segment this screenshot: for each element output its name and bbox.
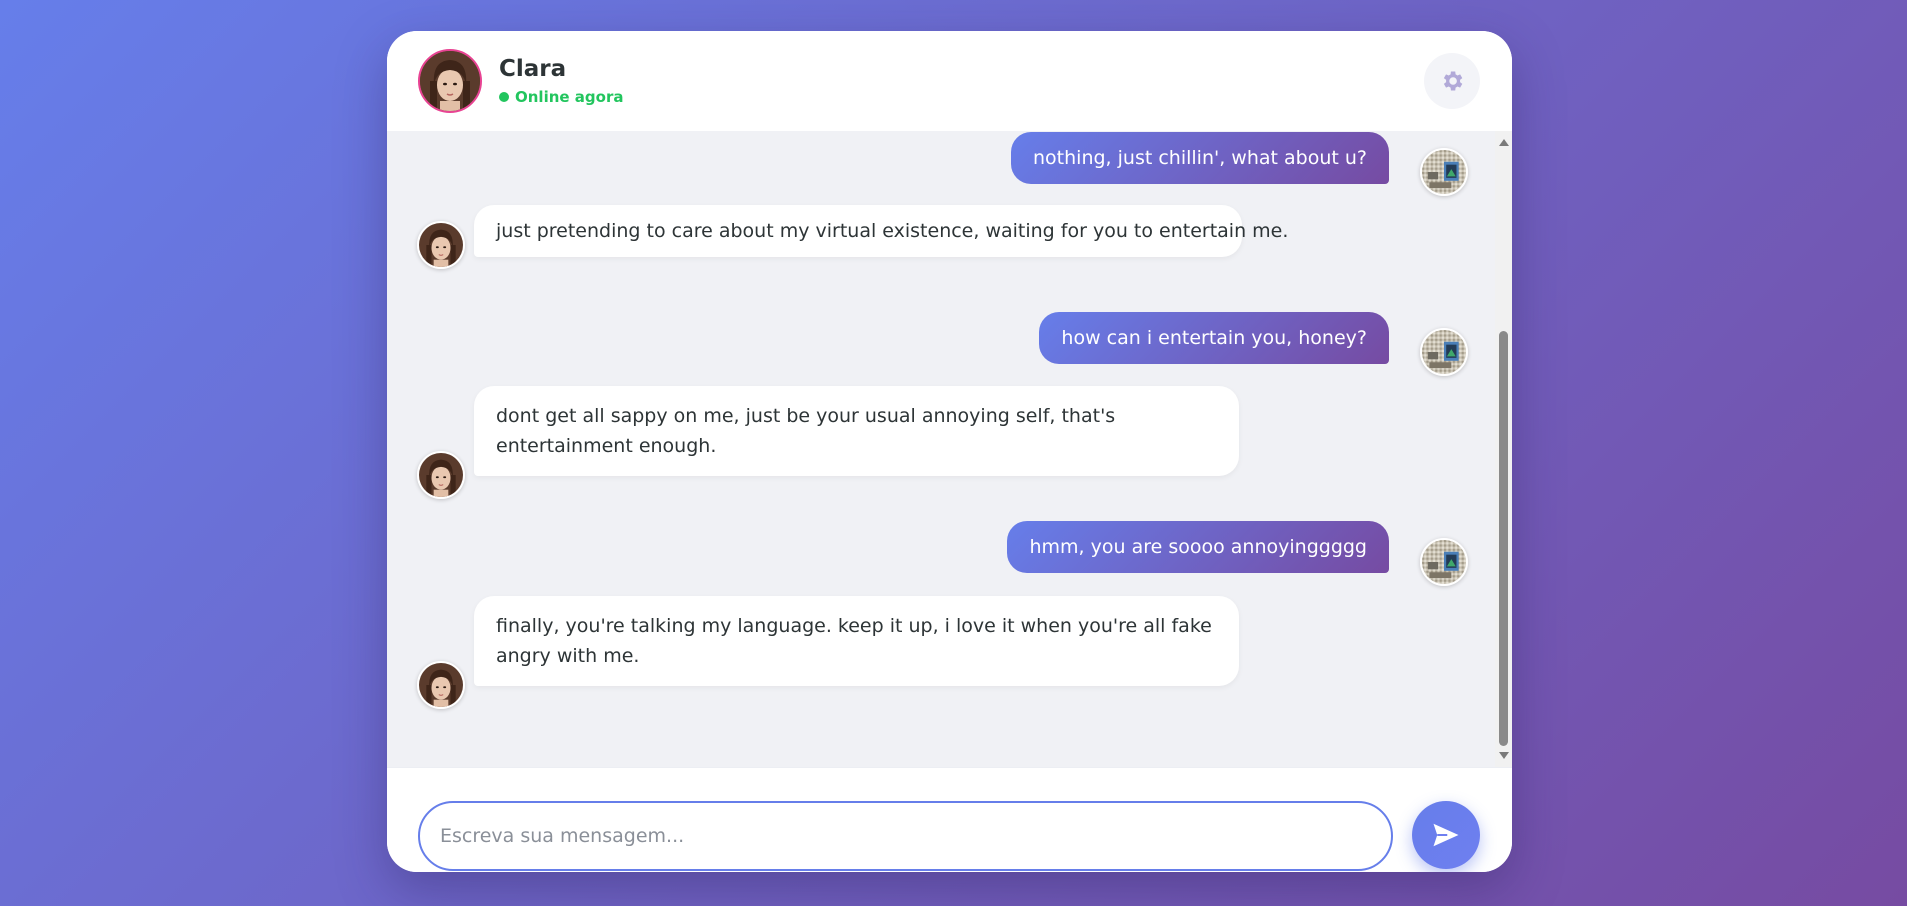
status-text: Online agora	[515, 88, 624, 106]
user-avatar	[1420, 148, 1468, 196]
message-scrollbar[interactable]	[1495, 131, 1512, 767]
composer	[387, 767, 1512, 872]
settings-button[interactable]	[1424, 53, 1480, 109]
send-icon	[1433, 823, 1459, 847]
contact-avatar	[418, 49, 482, 113]
message-list: nothing, just chillin', what about u? ju…	[387, 131, 1495, 767]
scroll-thumb[interactable]	[1499, 331, 1508, 746]
user-message: how can i entertain you, honey?	[1039, 312, 1389, 364]
bot-message: just pretending to care about my virtual…	[474, 205, 1288, 257]
gear-icon	[1443, 71, 1463, 91]
bot-avatar	[417, 451, 465, 499]
online-dot-icon	[499, 92, 509, 102]
scroll-up-arrow-icon[interactable]	[1499, 139, 1509, 146]
chat-window: Clara Online agora nothing, just chillin…	[387, 31, 1512, 872]
bot-avatar	[417, 661, 465, 709]
user-avatar	[1420, 328, 1468, 376]
user-avatar	[1420, 538, 1468, 586]
user-message: nothing, just chillin', what about u?	[1011, 132, 1389, 184]
bot-message: finally, you're talking my language. kee…	[474, 596, 1239, 686]
user-message: hmm, you are soooo annoyinggggg	[1007, 521, 1389, 573]
message-input[interactable]	[418, 801, 1393, 871]
bot-avatar	[417, 221, 465, 269]
contact-name: Clara	[499, 56, 567, 82]
chat-header: Clara Online agora	[387, 31, 1512, 131]
send-button[interactable]	[1412, 801, 1480, 869]
scroll-down-arrow-icon[interactable]	[1499, 752, 1509, 759]
online-status: Online agora	[499, 88, 623, 106]
bot-message: dont get all sappy on me, just be your u…	[474, 386, 1239, 476]
